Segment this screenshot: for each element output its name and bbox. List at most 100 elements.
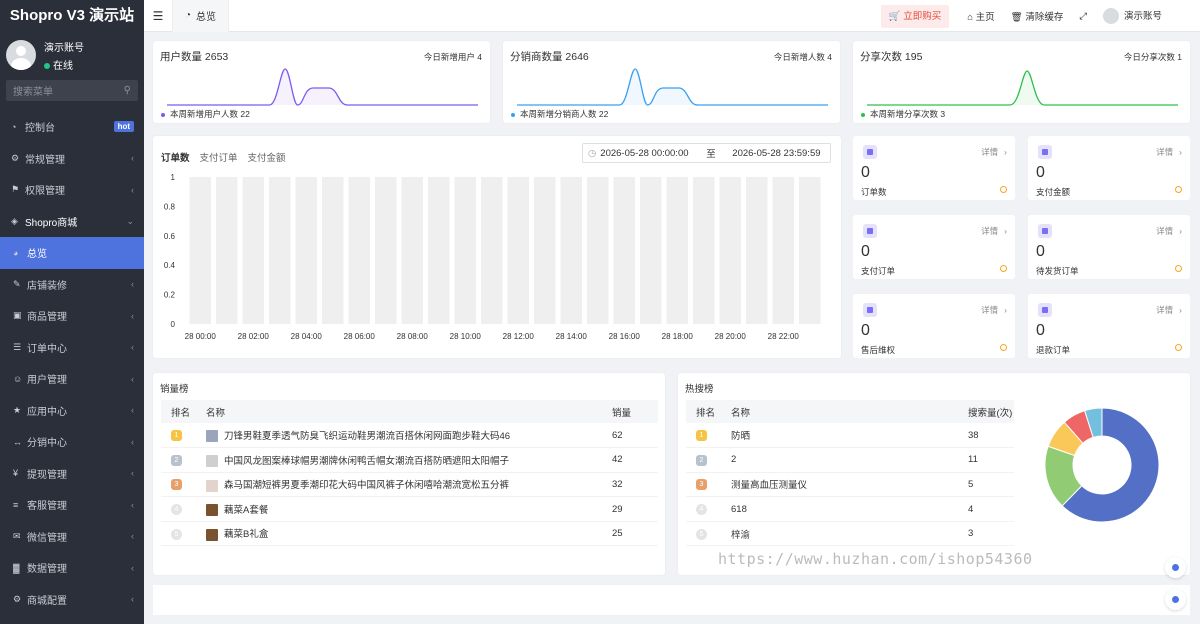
chevron-left-icon: ‹ [131, 373, 134, 384]
product-thumbnail[interactable] [206, 430, 218, 443]
item-value: 4 [958, 496, 1014, 522]
tab-overview[interactable]: ◔ 总览 [172, 0, 230, 32]
chevron-right-icon: › [1179, 147, 1182, 157]
detail-link[interactable]: 详情 › [981, 304, 1007, 316]
bar-background [454, 177, 476, 324]
rank-badge-icon: 3 [696, 479, 707, 491]
sidebar-item-10[interactable]: ↔ 分销中心 ‹ [0, 426, 144, 458]
sidebar-item-8[interactable]: ☺ 用户管理 ‹ [0, 363, 144, 395]
detail-link[interactable]: 详情 › [1156, 304, 1182, 316]
table-row[interactable]: 4 藕菜A套餐 29 [161, 496, 658, 522]
table-row[interactable]: 5 梓渝 3 [686, 521, 1014, 547]
item-name[interactable]: 森马国潮短裤男夏季潮印花大码中国风裤子休闲嘻哈潮流宽松五分裤 [224, 480, 509, 491]
item-name[interactable]: 藕菜B礼盒 [224, 529, 268, 540]
table-row[interactable]: 1 防晒 38 [686, 423, 1014, 449]
yen-icon: ¥ [13, 468, 19, 479]
legend-dot-icon [511, 112, 515, 117]
sidebar-item-7[interactable]: ☰ 订单中心 ‹ [0, 332, 144, 364]
bar-background [746, 177, 768, 324]
help-icon[interactable] [1175, 344, 1182, 351]
order-type-icon [1038, 303, 1052, 317]
sidebar-item-label: 提现管理 [27, 469, 67, 481]
bar-background [242, 177, 264, 324]
item-name[interactable]: 中国风龙图案棒球帽男潮牌休闲鸭舌帽女潮流百搭防晒遮阳太阳帽子 [224, 456, 509, 467]
help-icon[interactable] [1175, 186, 1182, 193]
table-row[interactable]: 3 测量高血压测量仪 5 [686, 472, 1014, 498]
help-icon[interactable] [1000, 265, 1007, 272]
stat-label: 退款订单 [1036, 345, 1071, 355]
dropbox-icon: ◈ [11, 215, 18, 226]
avatar[interactable] [6, 40, 36, 70]
detail-link[interactable]: 详情 › [981, 225, 1007, 237]
item-name[interactable]: 藕菜A套餐 [224, 505, 268, 516]
sidebar-item-2[interactable]: ⚑ 权限管理 ‹ [0, 174, 144, 206]
help-icon[interactable] [1000, 186, 1007, 193]
buy-button[interactable]: 🛒 立即购买 [880, 4, 950, 28]
menu-toggle-icon[interactable]: ☰ [144, 9, 172, 23]
chevron-left-icon: ‹ [131, 531, 134, 542]
x-tick-label: 28 20:00 [715, 332, 747, 341]
detail-link[interactable]: 详情 › [981, 146, 1007, 158]
sidebar-item-4[interactable]: ◕ 总览 [0, 237, 144, 269]
sidebar-item-12[interactable]: ≡ 客服管理 ‹ [0, 489, 144, 521]
item-name[interactable]: 防晒 [731, 431, 750, 442]
product-thumbnail[interactable] [206, 479, 218, 492]
clear-cache-button[interactable]: 🗑 清除缓存 [1011, 9, 1064, 23]
detail-link[interactable]: 详情 › [1156, 146, 1182, 158]
stat-label: 支付订单 [861, 266, 896, 276]
menu-search-input[interactable]: 搜索菜单 ⚲ [6, 80, 138, 101]
table-row[interactable]: 2 中国风龙图案棒球帽男潮牌休闲鸭舌帽女潮流百搭防晒遮阳太阳帽子 42 [161, 447, 658, 473]
user-icon: ☺ [13, 373, 23, 384]
bar-background [189, 177, 211, 324]
sales-ranking-card: 销量榜 排名 名称 销量 1 刀锋男鞋夏季透气防臭飞织运动鞋男潮流百搭休闲网面跑步… [153, 373, 665, 575]
chevron-left-icon: ‹ [131, 499, 134, 510]
main-content: 用户数量 2653 今日新增用户 4 本周新增用户人数 22 分销商数量 2646 今日… [144, 32, 1200, 624]
sidebar-item-14[interactable]: ▓ 数据管理 ‹ [0, 552, 144, 584]
table-row[interactable]: 2 2 11 [686, 447, 1014, 473]
table-row[interactable]: 1 刀锋男鞋夏季透气防臭飞织运动鞋男潮流百搭休闲网面跑步鞋大码46 62 [161, 423, 658, 449]
brand-title[interactable]: Shopro V3 演示站 [0, 0, 144, 32]
sidebar-item-0[interactable]: ◔ 控制台 hot [0, 111, 144, 143]
sidebar-menu: ◔ 控制台 hot ⚙ 常规管理 ‹ ⚑ 权限管理 ‹ ◈ Shopro商城 ⌄ ◕ 总览 ✎ 店铺装修 ‹ ▣ 商… [0, 111, 144, 615]
product-thumbnail[interactable] [206, 504, 218, 517]
rank-badge-icon: 2 [171, 454, 182, 466]
sidebar-item-1[interactable]: ⚙ 常规管理 ‹ [0, 143, 144, 175]
help-icon[interactable] [1175, 265, 1182, 272]
sidebar-item-label: 微信管理 [27, 532, 67, 544]
table-row[interactable]: 3 森马国潮短裤男夏季潮印花大码中国风裤子休闲嘻哈潮流宽松五分裤 32 [161, 472, 658, 498]
table-row[interactable]: 4 618 4 [686, 496, 1014, 522]
sidebar-item-3[interactable]: ◈ Shopro商城 ⌄ [0, 206, 144, 238]
search-icon[interactable]: ⚲ [124, 85, 131, 96]
sidebar-item-15[interactable]: ⚙ 商城配置 ‹ [0, 584, 144, 616]
chevron-right-icon: › [1004, 305, 1007, 315]
item-name[interactable]: 刀锋男鞋夏季透气防臭飞织运动鞋男潮流百搭休闲网面跑步鞋大码46 [224, 431, 510, 442]
sidebar-item-9[interactable]: ★ 应用中心 ‹ [0, 395, 144, 427]
notification-bell-icon[interactable] [1165, 557, 1186, 578]
table-row[interactable]: 5 藕菜B礼盒 25 [161, 521, 658, 547]
bar-background [401, 177, 423, 324]
sidebar-item-13[interactable]: ✉ 微信管理 ‹ [0, 521, 144, 553]
bar-background [534, 177, 556, 324]
home-link[interactable]: ⌂ 主页 [967, 9, 994, 23]
item-name[interactable]: 测量高血压测量仪 [731, 480, 807, 491]
fullscreen-icon[interactable]: ⤢ [1079, 11, 1087, 22]
item-name[interactable]: 梓渝 [731, 530, 750, 541]
bar-background [587, 177, 609, 324]
product-thumbnail[interactable] [206, 528, 218, 541]
detail-link[interactable]: 详情 › [1156, 225, 1182, 237]
sidebar-item-label: 应用中心 [27, 406, 67, 418]
product-thumbnail[interactable] [206, 455, 218, 468]
stat-value: 0 [861, 243, 870, 260]
account-menu[interactable]: 演示账号 [1102, 8, 1162, 25]
chat-icon[interactable] [1165, 589, 1186, 610]
sidebar-item-5[interactable]: ✎ 店铺装修 ‹ [0, 269, 144, 301]
hot-table: 排名 名称 搜索量(次) 1 防晒 38 2 2 11 3 测量高血压测量仪 5 4 618 4 5 梓渝… [686, 400, 1014, 547]
item-name[interactable]: 2 [731, 454, 736, 465]
rank-badge-icon: 1 [696, 430, 707, 442]
col-rank: 排名 [686, 400, 721, 423]
item-name[interactable]: 618 [731, 504, 747, 515]
help-icon[interactable] [1000, 344, 1007, 351]
sidebar-item-6[interactable]: ▣ 商品管理 ‹ [0, 300, 144, 332]
sidebar-item-11[interactable]: ¥ 提现管理 ‹ [0, 458, 144, 490]
stat-card: 分销商数量 2646 今日新增人数 4 本周新增分销商人数 22 [503, 41, 840, 123]
